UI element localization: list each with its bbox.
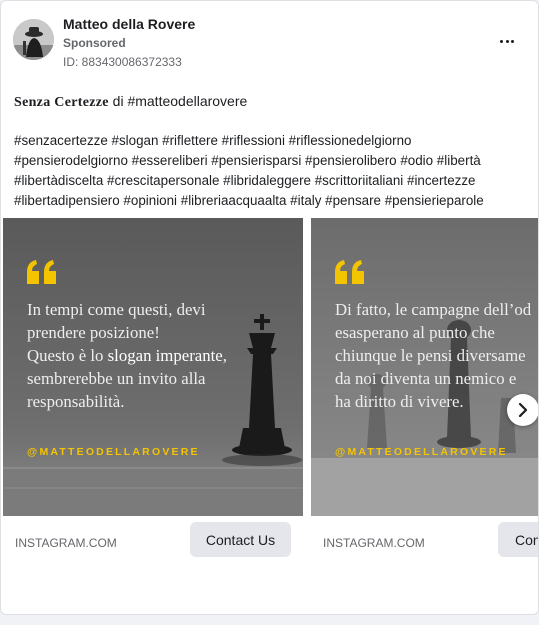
carousel-next-button[interactable] xyxy=(507,394,538,426)
carousel-card-2[interactable]: Di fatto, le campagne dell’od esasperano… xyxy=(311,218,538,516)
quote-line: , xyxy=(222,346,227,365)
page-name[interactable]: Matteo della Rovere xyxy=(63,16,195,32)
quote-icon xyxy=(27,260,56,284)
carousel-card-1-footer: INSTAGRAM.COM Contact Us xyxy=(3,518,303,564)
quote-line: Di fatto, le campagne dell’od xyxy=(335,300,532,319)
instagram-handle: @MATTEODELLAROVERE xyxy=(335,446,508,458)
page-avatar[interactable] xyxy=(13,19,54,60)
quote-text: In tempi come questi, devi prendere posi… xyxy=(27,298,297,413)
post-headline: Senza Certezze di #matteodellarovere xyxy=(14,93,247,111)
quote-line: sembrerebbe un invito alla xyxy=(27,369,206,388)
quote-line: prendere posizione! xyxy=(27,323,160,342)
post-hashtags: #senzacertezze #slogan #riflettere #rifl… xyxy=(14,133,484,208)
quote-line: esasperano al punto che xyxy=(335,323,495,342)
contact-us-button[interactable]: Cont xyxy=(498,522,538,557)
carousel-card-1[interactable]: In tempi come questi, devi prendere posi… xyxy=(3,218,303,516)
quote-line: da noi diventa un nemico e xyxy=(335,369,517,388)
chevron-right-icon xyxy=(518,403,528,417)
link-domain: INSTAGRAM.COM xyxy=(323,536,425,550)
ad-card: Matteo della Rovere Sponsored ID: 883430… xyxy=(0,0,539,615)
quote-line: Questo è lo xyxy=(27,346,108,365)
quote-line: In tempi come questi, devi xyxy=(27,300,206,319)
instagram-handle: @MATTEODELLAROVERE xyxy=(27,446,200,458)
quote-line: chiunque le pensi diversame xyxy=(335,346,526,365)
headline-handle: di #matteodellarovere xyxy=(108,93,248,109)
quote-line: ha diritto di vivere. xyxy=(335,392,464,411)
carousel-card-2-footer: INSTAGRAM.COM Cont xyxy=(311,518,538,564)
quote-emphasis: slogan imperante xyxy=(107,346,223,365)
headline-title: Senza Certezze xyxy=(14,95,109,110)
sponsored-label: Sponsored xyxy=(63,36,126,50)
quote-icon xyxy=(335,260,364,284)
contact-us-button[interactable]: Contact Us xyxy=(190,522,291,557)
quote-text: Di fatto, le campagne dell’od esasperano… xyxy=(335,298,538,413)
ad-id: ID: 883430086372333 xyxy=(63,55,182,69)
more-options-icon[interactable] xyxy=(495,31,519,51)
link-domain: INSTAGRAM.COM xyxy=(15,536,117,550)
quote-line: responsabilità. xyxy=(27,392,125,411)
